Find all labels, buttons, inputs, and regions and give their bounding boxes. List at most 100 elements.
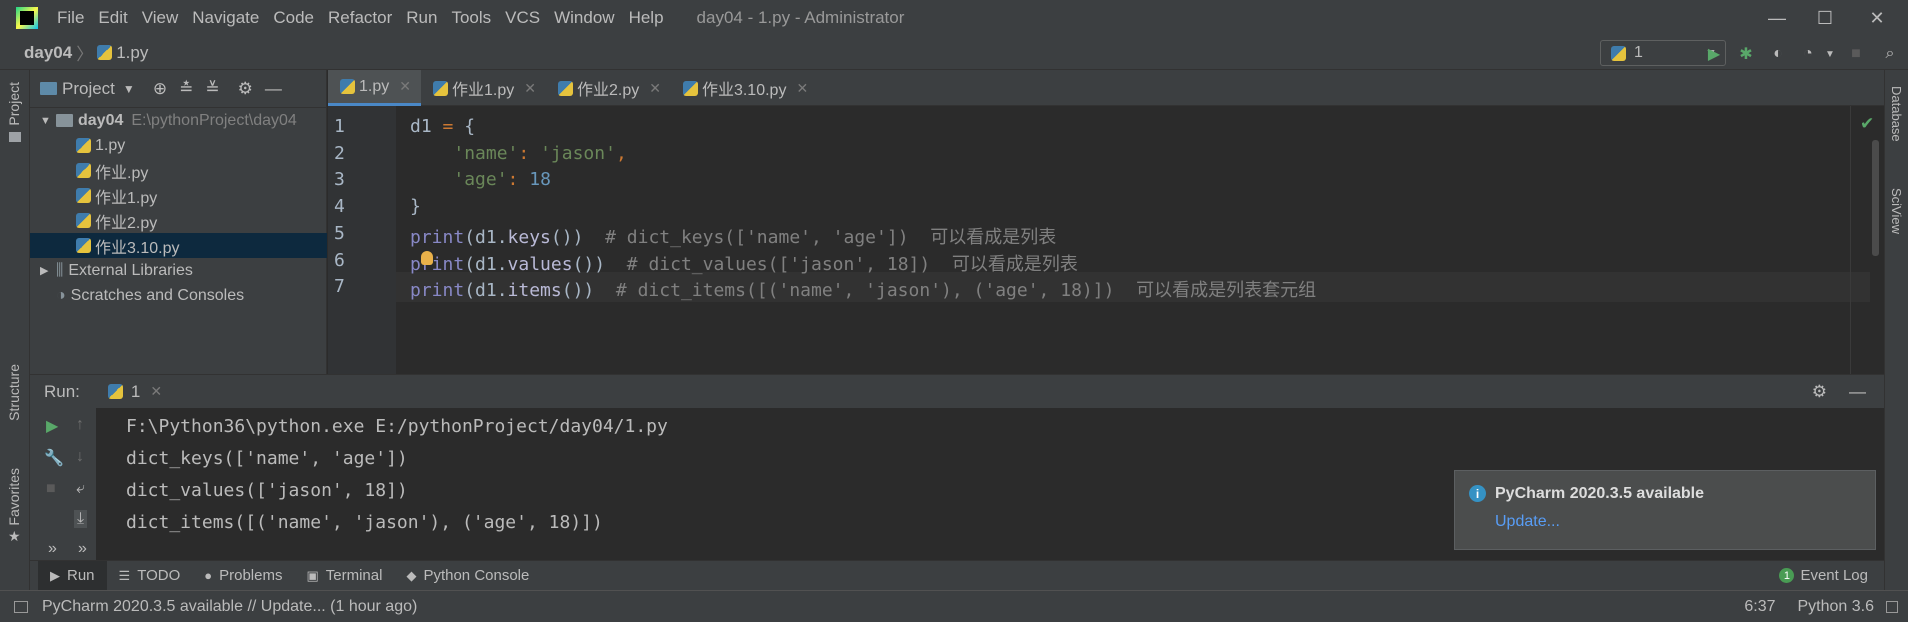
more-icon[interactable]: »	[48, 540, 57, 558]
menu-vcs[interactable]: VCS	[498, 8, 547, 28]
menu-navigate[interactable]: Navigate	[185, 8, 266, 28]
scroll-to-end-icon[interactable]: ⤓	[74, 510, 88, 528]
project-tool-tab[interactable]: Project	[6, 82, 22, 126]
tool-tab-label: Python Console	[423, 567, 530, 584]
tool-tab-python-console[interactable]: ◆ Python Console	[394, 561, 541, 591]
toggle-tool-windows-icon[interactable]	[14, 600, 28, 613]
code-line: d1 = {	[410, 116, 475, 137]
status-message[interactable]: PyCharm 2020.3.5 available // Update... …	[42, 598, 417, 616]
soft-wrap-icon[interactable]: ⤶	[76, 480, 85, 498]
collapse-all-icon[interactable]: ≚	[205, 79, 219, 99]
close-tab-icon[interactable]: ✕	[649, 80, 661, 97]
tree-root-day04[interactable]: ▼ day04 E:\pythonProject\day04	[30, 108, 327, 133]
maximize-button[interactable]: ☐	[1800, 0, 1850, 36]
menu-tools[interactable]: Tools	[444, 8, 498, 28]
console-line: dict_items([('name', 'jason'), ('age', 1…	[126, 512, 603, 533]
code-token: (d1.	[464, 226, 508, 248]
run-icon[interactable]: ▶	[1704, 44, 1724, 64]
code-token: # dict_values(['jason', 18]) 可以看成是列表	[626, 253, 1078, 275]
editor-tab[interactable]: 作业1.py ✕	[421, 70, 546, 106]
project-panel: Project ▼ ⊕ ≛ ≚ ⚙ — ▼ day04 E:\pythonPro…	[30, 70, 327, 374]
code-editor[interactable]: d1 = { 'name': 'jason', 'age': 18} print(…	[396, 106, 1870, 374]
more-icon[interactable]: »	[78, 540, 87, 558]
editor-tab-bar: 1.py ✕ 作业1.py ✕ 作业2.py ✕ 作业3.10.py ✕	[328, 70, 1884, 106]
tree-file[interactable]: 作业2.py	[30, 208, 327, 233]
close-tab-icon[interactable]: ✕	[796, 80, 808, 97]
caret-position[interactable]: 6:37	[1744, 598, 1775, 616]
close-window-button[interactable]: ✕	[1852, 0, 1902, 36]
breadcrumb-file[interactable]: 1.py	[116, 43, 148, 63]
hide-icon[interactable]: —	[265, 79, 282, 99]
hide-icon[interactable]: —	[1849, 382, 1866, 402]
chevron-down-icon[interactable]: ▼	[40, 115, 56, 127]
tree-file[interactable]: 作业.py	[30, 158, 327, 183]
project-view-icon	[40, 82, 57, 95]
chevron-down-icon[interactable]: ▼	[123, 82, 135, 96]
favorites-tool-tab[interactable]: Favorites	[6, 468, 22, 526]
interpreter-status[interactable]: Python 3.6	[1798, 598, 1875, 616]
menu-run[interactable]: Run	[399, 8, 444, 28]
editor-tab[interactable]: 1.py ✕	[328, 70, 421, 106]
search-everywhere-icon[interactable]: ⌕	[1880, 44, 1900, 64]
rerun-icon[interactable]: ▶	[46, 416, 58, 436]
tree-file[interactable]: 作业3.10.py	[30, 233, 327, 258]
close-tab-icon[interactable]: ✕	[524, 80, 536, 97]
tree-file[interactable]: 1.py	[30, 133, 327, 158]
event-log-button[interactable]: 1 Event Log	[1779, 567, 1868, 584]
editor-scrollbar[interactable]	[1872, 140, 1879, 256]
run-panel-header: Run: 1 ✕ ⚙ —	[30, 374, 1884, 408]
code-token: ())	[572, 253, 627, 275]
sciview-tool-tab[interactable]: SciView	[1889, 188, 1904, 234]
tree-scratches[interactable]: ◑ Scratches and Consoles	[30, 283, 327, 308]
close-run-tab-icon[interactable]: ✕	[150, 383, 162, 400]
gear-icon[interactable]: ⚙	[238, 79, 253, 99]
folder-icon	[9, 132, 21, 142]
tool-tab-terminal[interactable]: ▣ Terminal	[294, 561, 394, 591]
structure-tool-tab[interactable]: Structure	[6, 364, 22, 421]
code-token: =	[442, 116, 454, 137]
breadcrumb-project[interactable]: day04	[24, 43, 72, 63]
profile-dropdown-icon[interactable]: ▼	[1820, 44, 1840, 64]
line-number-gutter: 1 2 3 4 5 6 7	[328, 106, 396, 374]
lock-icon[interactable]	[1886, 600, 1898, 613]
tool-tab-icon: ☰	[118, 567, 131, 583]
menu-view[interactable]: View	[135, 8, 186, 28]
info-icon: i	[1469, 485, 1486, 502]
menu-file[interactable]: File	[50, 8, 91, 28]
menu-window[interactable]: Window	[547, 8, 621, 28]
editor-tab[interactable]: 作业2.py ✕	[546, 70, 671, 106]
tool-tab-problems[interactable]: ● Problems	[192, 561, 294, 591]
wrench-icon[interactable]: 🔧	[44, 448, 64, 468]
debug-icon[interactable]: ✱	[1736, 44, 1756, 64]
locate-icon[interactable]: ⊕	[153, 79, 167, 99]
menu-help[interactable]: Help	[622, 8, 671, 28]
profile-icon[interactable]: ◔	[1798, 44, 1818, 64]
chevron-right-icon[interactable]: ▶	[40, 264, 56, 277]
tree-file-label: 作业3.10.py	[95, 239, 180, 257]
inspection-ok-icon[interactable]: ✔	[1860, 114, 1874, 134]
menu-edit[interactable]: Edit	[91, 8, 134, 28]
update-link[interactable]: Update...	[1495, 513, 1560, 531]
gear-icon[interactable]: ⚙	[1812, 382, 1827, 402]
tree-file[interactable]: 作业1.py	[30, 183, 327, 208]
menu-code[interactable]: Code	[266, 8, 321, 28]
run-tab-label[interactable]: 1	[131, 382, 140, 402]
menu-refactor[interactable]: Refactor	[321, 8, 399, 28]
tree-file-label: 1.py	[95, 136, 126, 154]
python-file-icon	[557, 80, 573, 96]
editor-tab[interactable]: 作业3.10.py ✕	[671, 70, 818, 106]
database-tool-tab[interactable]: Database	[1889, 86, 1904, 142]
expand-all-icon[interactable]: ≛	[179, 79, 193, 99]
minimize-button[interactable]: —	[1752, 0, 1802, 36]
tree-external-libraries[interactable]: ▶ ⫼ External Libraries	[30, 258, 327, 283]
project-view-select[interactable]: Project	[62, 79, 115, 99]
close-tab-icon[interactable]: ✕	[399, 78, 411, 95]
project-panel-header: Project ▼ ⊕ ≛ ≚ ⚙ —	[30, 70, 326, 108]
tool-tab-icon: ▣	[306, 567, 319, 583]
intention-bulb-icon[interactable]	[421, 251, 433, 265]
coverage-icon[interactable]: ◐	[1768, 44, 1788, 64]
tool-tab-run[interactable]: ▶ Run	[38, 560, 107, 591]
tool-tab-todo[interactable]: ☰ TODO	[107, 561, 193, 591]
tree-file-label: 作业.py	[95, 164, 149, 182]
